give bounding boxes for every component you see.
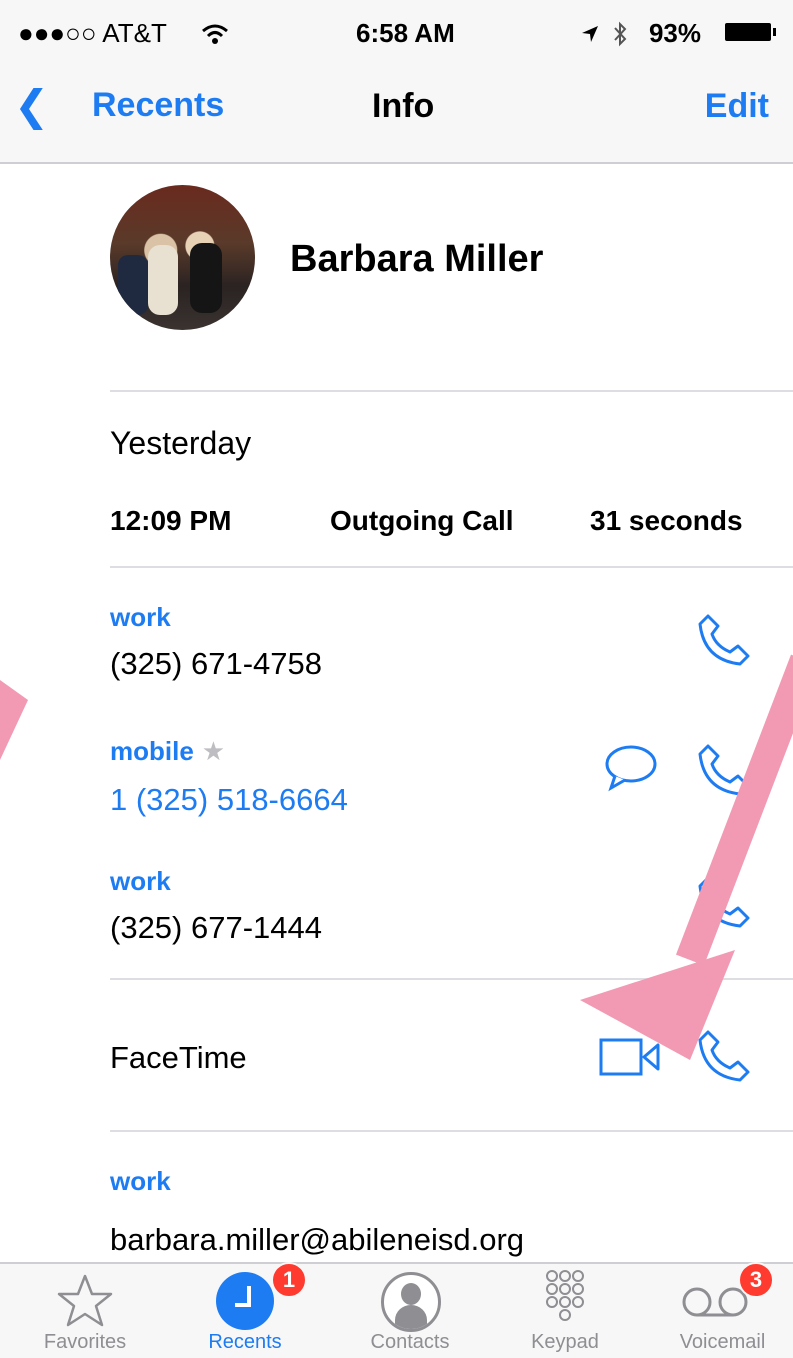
contact-name: Barbara Miller <box>290 238 544 280</box>
divider <box>110 390 793 392</box>
avatar <box>110 185 255 330</box>
wifi-icon <box>202 24 228 44</box>
call-duration: 31 seconds <box>590 505 743 536</box>
divider <box>110 1130 793 1132</box>
status-bar: ●●●○○ AT&T 6:58 AM 93% <box>0 0 793 70</box>
phone-label-mobile: mobile ★ <box>110 736 225 767</box>
call-time: 12:09 PM <box>110 505 232 536</box>
voicemail-badge: 3 <box>738 1262 774 1298</box>
email-label: work <box>110 1166 171 1196</box>
bluetooth-icon <box>614 21 627 47</box>
phone-label-work: work <box>110 602 171 632</box>
favorite-star-icon: ★ <box>201 736 226 766</box>
email-address[interactable]: barbara.miller@abileneisd.org <box>110 1222 524 1258</box>
phone-label-work: work <box>110 866 171 896</box>
tab-label: Contacts <box>370 1331 450 1353</box>
tab-bar: Favorites 1 Recents Contacts Keypad 3 Vo… <box>0 1262 793 1358</box>
divider <box>110 978 793 980</box>
phone-screen: ●●●○○ AT&T 6:58 AM 93% ❮ Recents Info Ed… <box>0 0 793 1358</box>
phone-call-icon[interactable] <box>694 610 754 670</box>
phone-number-work[interactable]: (325) 671-4758 <box>110 646 322 682</box>
tab-voicemail[interactable]: 3 Voicemail <box>660 1262 785 1358</box>
tab-label: Favorites <box>43 1331 127 1353</box>
chevron-left-icon[interactable]: ❮ <box>14 85 49 127</box>
call-type: Outgoing Call <box>330 505 514 536</box>
facetime-label: FaceTime <box>110 1040 247 1075</box>
clock-icon <box>216 1272 274 1330</box>
edit-button[interactable]: Edit <box>705 87 769 126</box>
location-arrow-icon <box>582 26 598 42</box>
phone-number-work[interactable]: (325) 677-1444 <box>110 910 322 946</box>
facetime-video-icon[interactable] <box>598 1035 662 1079</box>
tab-label: Voicemail <box>679 1331 766 1353</box>
star-icon <box>57 1274 113 1327</box>
tab-favorites[interactable]: Favorites <box>30 1264 140 1358</box>
person-icon <box>381 1272 441 1332</box>
carrier-label: ●●●○○ AT&T <box>18 18 167 48</box>
navigation-bar: ❮ Recents Info Edit <box>0 70 793 164</box>
message-bubble-icon[interactable] <box>603 742 659 794</box>
tab-label: Recents <box>208 1331 282 1353</box>
keypad-icon <box>546 1270 584 1321</box>
battery-percent: 93% <box>648 18 701 48</box>
tab-contacts[interactable]: Contacts <box>350 1264 470 1358</box>
phone-label-mobile-text: mobile <box>110 736 194 766</box>
divider <box>110 566 793 568</box>
tab-keypad[interactable]: Keypad <box>505 1264 625 1358</box>
phone-number-mobile[interactable]: 1 (325) 518-6664 <box>110 782 348 818</box>
clock-time: 6:58 AM <box>356 18 455 48</box>
phone-call-icon[interactable] <box>694 872 754 932</box>
back-button[interactable]: Recents <box>92 86 224 125</box>
page-title: Info <box>372 87 435 125</box>
phone-call-icon[interactable] <box>694 740 754 800</box>
recents-badge: 1 <box>271 1262 307 1298</box>
battery-icon <box>725 23 776 41</box>
tab-recents[interactable]: 1 Recents <box>185 1262 307 1358</box>
tab-label: Keypad <box>531 1331 599 1353</box>
facetime-audio-icon[interactable] <box>694 1026 754 1086</box>
call-day: Yesterday <box>110 425 252 461</box>
